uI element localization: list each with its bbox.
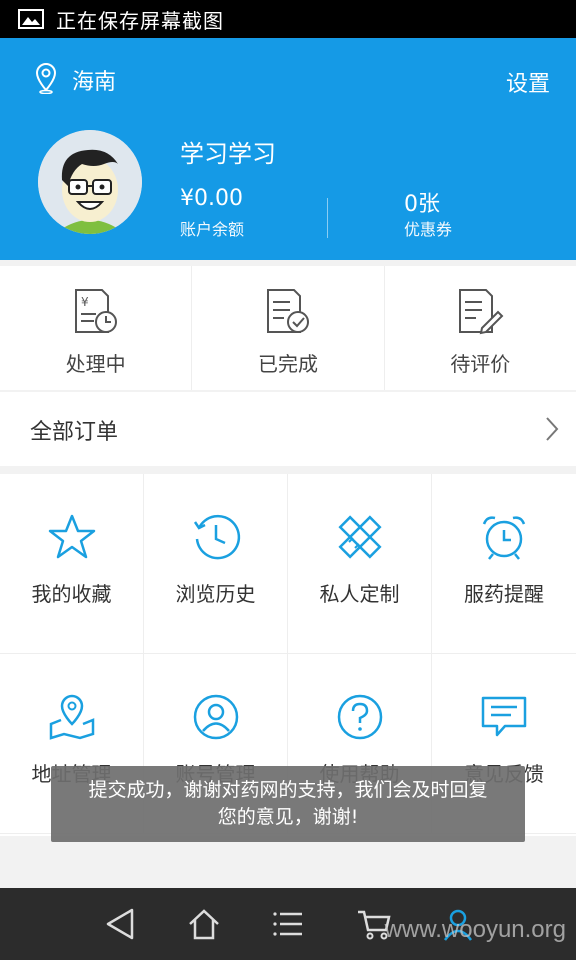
- profile-header: 海南 设置 学习学习 ¥0.00 账户余额 0张 优惠券: [0, 38, 576, 260]
- avatar-cartoon-icon: [38, 130, 142, 234]
- pending-review-icon: [459, 289, 504, 335]
- home-icon[interactable]: [186, 906, 222, 942]
- map-pin-icon: [49, 694, 94, 740]
- star-icon: [48, 514, 95, 559]
- custom-item[interactable]: 私人定制: [288, 474, 432, 654]
- status-text: 正在保存屏幕截图: [56, 8, 224, 33]
- settings-button[interactable]: 设置: [506, 66, 550, 98]
- all-orders-label: 全部订单: [30, 420, 119, 445]
- processing-order-icon: ¥: [74, 289, 117, 333]
- favorites-label: 我的收藏: [31, 582, 112, 606]
- question-icon: [337, 694, 382, 740]
- order-processing[interactable]: ¥ 处理中: [0, 266, 193, 390]
- order-completed-label: 已完成: [257, 352, 318, 376]
- completed-order-icon: [266, 289, 309, 333]
- location-pin-icon[interactable]: [34, 62, 58, 94]
- status-bar: 正在保存屏幕截图: [0, 0, 576, 38]
- username: 学习学习: [180, 140, 276, 168]
- medicine-reminder-label: 服药提醒: [464, 582, 544, 606]
- pencil-ruler-icon: [337, 515, 382, 559]
- all-orders-row[interactable]: 全部订单: [0, 392, 576, 466]
- custom-label: 私人定制: [319, 582, 400, 606]
- coupon-label: 优惠券: [404, 220, 453, 239]
- history-label: 浏览历史: [175, 582, 256, 606]
- watermark: www.wooyun.org: [384, 916, 566, 943]
- balance-label: 账户余额: [180, 220, 245, 239]
- order-status-row: ¥ 处理中 已完成 待评价: [0, 266, 576, 390]
- balance-value[interactable]: ¥0.00: [180, 186, 243, 211]
- chevron-right-icon: [546, 417, 559, 441]
- back-icon[interactable]: [102, 906, 138, 942]
- order-pending-review[interactable]: 待评价: [385, 266, 576, 390]
- image-icon: [18, 9, 44, 29]
- user-icon: [193, 694, 238, 740]
- medicine-reminder-item[interactable]: 服药提醒: [432, 474, 576, 654]
- avatar[interactable]: [38, 130, 142, 234]
- toast-message: 提交成功，谢谢对药网的支持，我们会及时回复您的意见，谢谢!: [51, 766, 525, 842]
- order-processing-label: 处理中: [65, 352, 126, 376]
- svg-text:¥: ¥: [81, 295, 89, 309]
- alarm-clock-icon: [482, 516, 526, 560]
- divider: [327, 198, 328, 238]
- history-item[interactable]: 浏览历史: [144, 474, 288, 654]
- feedback-icon: [481, 696, 527, 737]
- coupon-value[interactable]: 0张: [404, 186, 440, 218]
- order-completed[interactable]: 已完成: [192, 266, 385, 390]
- menu-icon[interactable]: [270, 906, 306, 942]
- city-selector[interactable]: 海南: [72, 64, 116, 96]
- favorites-item[interactable]: 我的收藏: [0, 474, 144, 654]
- history-icon: [193, 514, 240, 560]
- order-pending-review-label: 待评价: [450, 352, 511, 376]
